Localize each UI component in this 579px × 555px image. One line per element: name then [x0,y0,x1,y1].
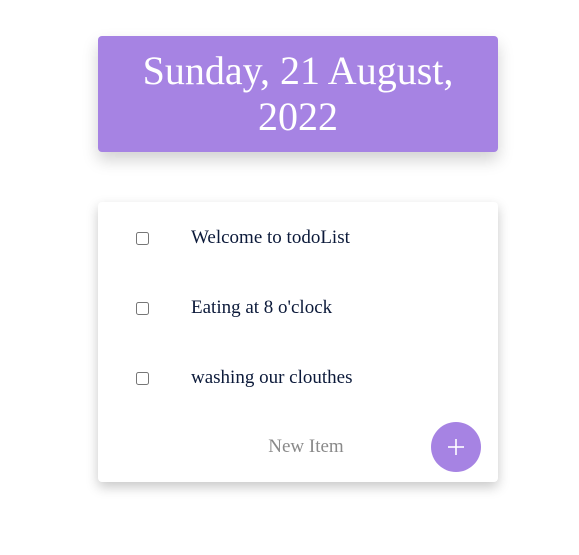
list-item: Welcome to todoList [98,218,498,258]
item-label: washing our clouthes [191,367,353,388]
page-title: Sunday, 21 August, 2022 [142,48,454,139]
item-checkbox[interactable] [136,231,149,245]
plus-icon [448,439,464,455]
add-item-button[interactable] [431,422,481,472]
item-checkbox[interactable] [136,301,149,315]
date-header: Sunday, 21 August, 2022 [98,36,498,152]
item-label: Eating at 8 o'clock [191,297,333,318]
new-item-input[interactable] [196,432,416,462]
list-item: washing our clouthes [98,358,498,398]
item-checkbox[interactable] [136,371,149,385]
todo-list-card: Welcome to todoList Eating at 8 o'clock … [98,202,498,482]
list-item: Eating at 8 o'clock [98,288,498,328]
item-label: Welcome to todoList [191,227,350,248]
